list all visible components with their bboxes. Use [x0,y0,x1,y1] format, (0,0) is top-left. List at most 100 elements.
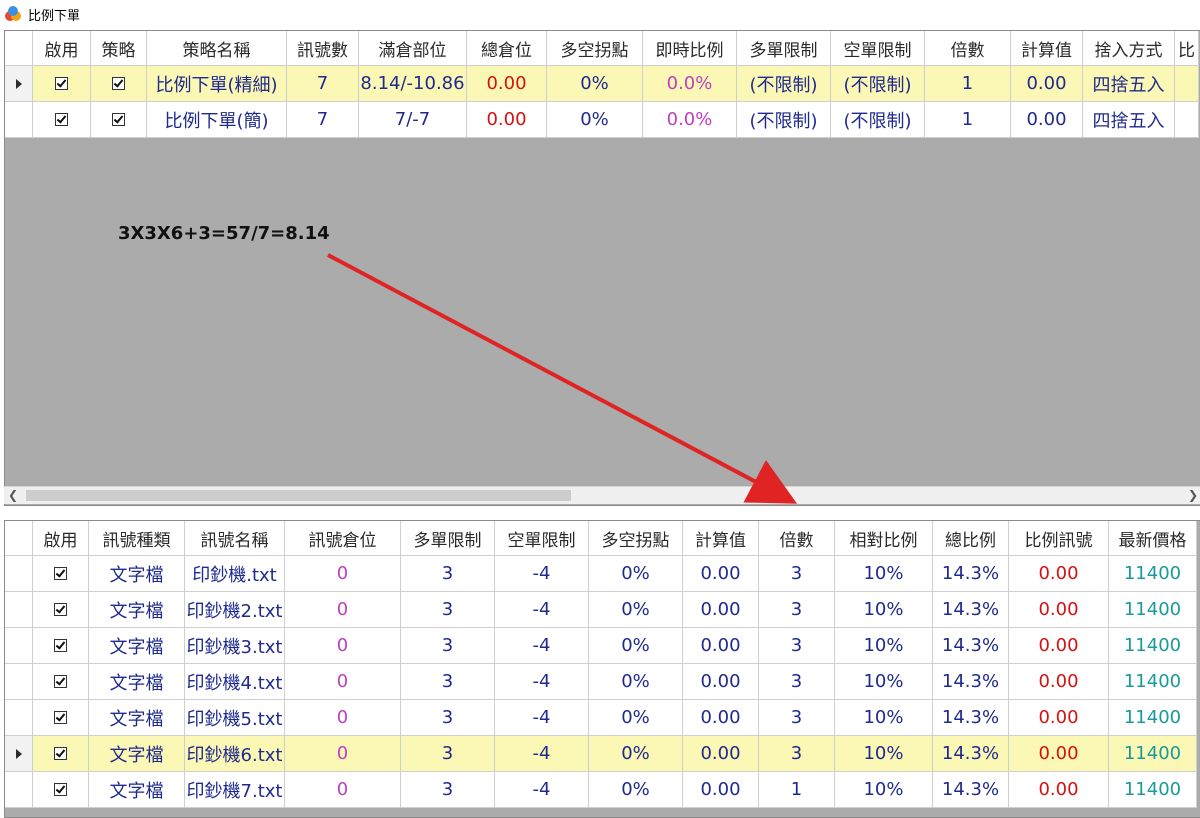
short-limit[interactable]: -4 [495,664,589,700]
signal-type[interactable]: 文字檔 [89,592,185,628]
signal-type[interactable]: 文字檔 [89,736,185,772]
enabled-checkbox-cell[interactable] [33,772,89,808]
signal-count[interactable]: 7 [287,102,359,138]
latest-price[interactable]: 11400 [1109,736,1197,772]
checkbox-checked-icon[interactable] [54,639,67,652]
enabled-checkbox-cell[interactable] [33,736,89,772]
short-limit[interactable]: (不限制) [831,66,925,102]
calc-value[interactable]: 0.00 [683,772,759,808]
column-header[interactable]: 計算值 [683,521,759,556]
signal-position[interactable]: 0 [285,592,401,628]
signal-type[interactable]: 文字檔 [89,664,185,700]
short-limit[interactable]: -4 [495,700,589,736]
signal-name[interactable]: 印鈔機5.txt [185,700,285,736]
multiplier[interactable]: 3 [759,556,835,592]
long-limit[interactable]: 3 [401,592,495,628]
strategy-name[interactable]: 比例下單(簡) [147,102,287,138]
signal-name[interactable]: 印鈔機6.txt [185,736,285,772]
column-header[interactable]: 即時比例 [643,31,737,66]
turn-point[interactable]: 0% [547,66,643,102]
column-header[interactable]: 策略名稱 [147,31,287,66]
column-header[interactable]: 訊號數 [287,31,359,66]
signal-type[interactable]: 文字檔 [89,772,185,808]
full-position[interactable]: 7/-7 [359,102,467,138]
checkbox-checked-icon[interactable] [54,747,67,760]
multiplier[interactable]: 3 [759,736,835,772]
short-limit[interactable]: -4 [495,772,589,808]
calc-value[interactable]: 0.00 [683,664,759,700]
scroll-thumb[interactable] [26,490,571,501]
column-header[interactable]: 比例訊號 [1009,521,1109,556]
column-header[interactable]: 空單限制 [831,31,925,66]
multiplier[interactable]: 3 [759,700,835,736]
latest-price[interactable]: 11400 [1109,628,1197,664]
signal-position[interactable]: 0 [285,772,401,808]
column-header[interactable]: 訊號名稱 [185,521,285,556]
column-header[interactable]: 捨入方式 [1083,31,1175,66]
column-header[interactable]: 多單限制 [401,521,495,556]
turn-point[interactable]: 0% [589,664,683,700]
short-limit[interactable]: -4 [495,556,589,592]
short-limit[interactable]: -4 [495,592,589,628]
long-limit[interactable]: (不限制) [737,102,831,138]
checkbox-checked-icon[interactable] [112,77,125,90]
enabled-checkbox-cell[interactable] [33,556,89,592]
rounding-mode[interactable]: 四捨五入 [1083,66,1175,102]
turn-point[interactable]: 0% [589,628,683,664]
relative-ratio[interactable]: 10% [835,772,933,808]
column-header[interactable]: 總倉位 [467,31,547,66]
ratio-signal[interactable]: 0.00 [1009,772,1109,808]
latest-price[interactable]: 11400 [1109,772,1197,808]
strategy-checkbox-cell[interactable] [91,102,147,138]
long-limit[interactable]: 3 [401,736,495,772]
relative-ratio[interactable]: 10% [835,628,933,664]
calc-value[interactable]: 0.00 [683,700,759,736]
row-header[interactable] [5,628,33,664]
column-header[interactable]: 相對比例 [835,521,933,556]
multiplier[interactable]: 3 [759,592,835,628]
ratio-signal[interactable]: 0.00 [1009,736,1109,772]
checkbox-checked-icon[interactable] [54,603,67,616]
enabled-checkbox-cell[interactable] [33,592,89,628]
enabled-checkbox-cell[interactable] [33,700,89,736]
checkbox-checked-icon[interactable] [55,77,68,90]
multiplier[interactable]: 3 [759,628,835,664]
long-limit[interactable]: 3 [401,772,495,808]
turn-point[interactable]: 0% [589,700,683,736]
strategy-checkbox-cell[interactable] [91,66,147,102]
calc-value[interactable]: 0.00 [1011,66,1083,102]
enabled-checkbox-cell[interactable] [33,664,89,700]
signal-name[interactable]: 印鈔機7.txt [185,772,285,808]
column-header[interactable]: 倍數 [759,521,835,556]
turn-point[interactable]: 0% [589,592,683,628]
total-ratio[interactable]: 14.3% [933,736,1009,772]
signal-count[interactable]: 7 [287,66,359,102]
rounding-mode[interactable]: 四捨五入 [1083,102,1175,138]
multiplier[interactable]: 1 [759,772,835,808]
total-ratio[interactable]: 14.3% [933,592,1009,628]
signal-name[interactable]: 印鈔機3.txt [185,628,285,664]
turn-point[interactable]: 0% [589,772,683,808]
signal-position[interactable]: 0 [285,664,401,700]
multiplier[interactable]: 3 [759,664,835,700]
short-limit[interactable]: -4 [495,736,589,772]
realtime-ratio[interactable]: 0.0% [643,66,737,102]
column-header[interactable]: 訊號倉位 [285,521,401,556]
column-header[interactable]: 總比例 [933,521,1009,556]
ratio-signal[interactable]: 0.00 [1009,628,1109,664]
calc-value[interactable]: 0.00 [683,556,759,592]
enabled-checkbox-cell[interactable] [33,66,91,102]
column-header[interactable]: 計算值 [1011,31,1083,66]
total-position[interactable]: 0.00 [467,102,547,138]
ratio-signal[interactable]: 0.00 [1009,700,1109,736]
column-header[interactable]: 策略 [91,31,147,66]
turn-point[interactable]: 0% [547,102,643,138]
column-header[interactable]: 訊號種類 [89,521,185,556]
row-header[interactable] [5,664,33,700]
calc-value[interactable]: 0.00 [683,628,759,664]
full-position[interactable]: 8.14/-10.86 [359,66,467,102]
long-limit[interactable]: 3 [401,664,495,700]
total-ratio[interactable]: 14.3% [933,772,1009,808]
checkbox-checked-icon[interactable] [54,711,67,724]
signal-name[interactable]: 印鈔機.txt [185,556,285,592]
